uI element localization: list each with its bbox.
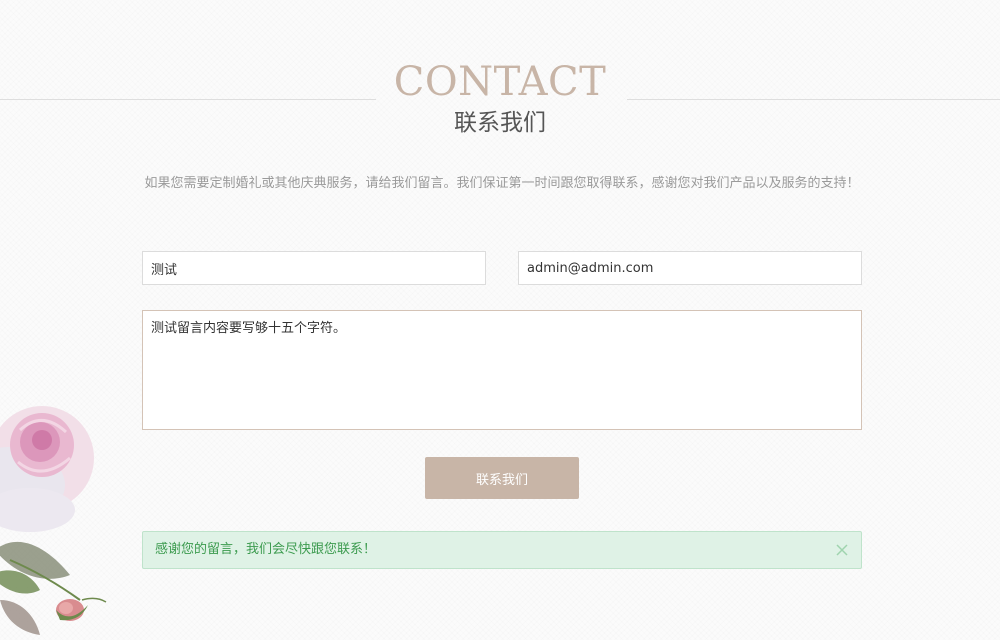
success-alert: 感谢您的留言，我们会尽快跟您联系！ — [142, 531, 862, 569]
alert-message: 感谢您的留言，我们会尽快跟您联系！ — [155, 542, 377, 557]
page-title-en: CONTACT — [393, 59, 607, 105]
close-icon[interactable] — [835, 532, 851, 568]
email-input[interactable] — [518, 251, 862, 285]
rose-flower-illustration — [0, 400, 120, 640]
intro-text: 如果您需要定制婚礼或其他庆典服务，请给我们留言。我们保证第一时间跟您取得联系，感… — [144, 176, 860, 191]
message-textarea[interactable]: 测试留言内容要写够十五个字符。 — [142, 310, 862, 430]
name-input[interactable] — [142, 251, 486, 285]
page-title-cn: 联系我们 — [454, 110, 546, 136]
submit-button[interactable]: 联系我们 — [425, 457, 579, 499]
